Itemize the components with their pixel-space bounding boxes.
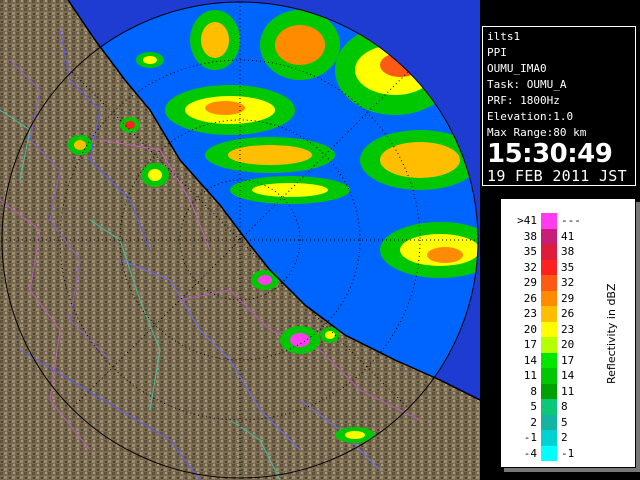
scan-date: 19 FEB 2011 JST	[487, 167, 627, 185]
info-box: ilts1 PPI OUMU_IMA0 Task: OUMU_A PRF: 18…	[482, 26, 636, 186]
legend-upper-bound: 29	[561, 291, 575, 305]
radar-ppi-view[interactable]	[0, 0, 480, 480]
site-name: OUMU_IMA0	[487, 62, 547, 75]
prf-value: PRF: 1800Hz	[487, 94, 560, 107]
legend-color-swatch	[541, 399, 557, 415]
legend-lower-bound: -4	[523, 446, 537, 460]
legend-color-swatch	[541, 228, 557, 244]
legend-lower-bound: 20	[523, 322, 537, 336]
legend-lower-bound: 14	[523, 353, 537, 367]
radar-map	[0, 0, 480, 480]
legend-lower-bound: 11	[523, 369, 537, 382]
legend-upper-bound: 20	[561, 338, 575, 351]
legend-lower-bound: 32	[523, 260, 537, 274]
legend-upper-bound: 5	[561, 415, 568, 429]
legend-upper-bound: 11	[561, 384, 575, 398]
legend-upper-bound: -1	[561, 446, 575, 460]
legend-lower-bound: 29	[523, 276, 537, 289]
legend-lower-bound: 38	[523, 229, 537, 243]
legend-color-swatch	[541, 352, 557, 368]
legend-lower-bound: 23	[523, 307, 537, 320]
legend-upper-bound: 38	[561, 245, 575, 258]
legend-unit-label: Reflectivity in dBZ	[605, 283, 618, 385]
legend-upper-bound: ---	[561, 214, 581, 227]
legend-upper-bound: 26	[561, 307, 575, 320]
legend-color-swatch	[541, 321, 557, 337]
legend-lower-bound: 35	[523, 245, 537, 258]
legend-lower-bound: 17	[523, 338, 537, 351]
legend-color-swatch	[541, 383, 557, 399]
legend-lower-bound: -1	[523, 431, 537, 444]
legend-upper-bound: 41	[561, 229, 575, 243]
legend-upper-bound: 14	[561, 369, 575, 382]
legend-color-swatch	[541, 414, 557, 430]
legend-lower-bound: 8	[530, 384, 537, 398]
legend-color-swatch	[541, 430, 557, 446]
legend-color-swatch	[541, 306, 557, 322]
legend-upper-bound: 2	[561, 431, 568, 444]
radar-name: ilts1	[487, 30, 521, 43]
scan-type: PPI	[487, 46, 507, 59]
elevation-value: Elevation:1.0	[487, 110, 574, 123]
legend-upper-bound: 23	[561, 322, 575, 336]
task-name: Task: OUMU_A	[487, 78, 567, 91]
legend-color-swatch	[541, 368, 557, 384]
legend-color-swatch	[541, 337, 557, 353]
legend-color-swatch	[541, 445, 557, 461]
legend-upper-bound: 8	[561, 400, 568, 413]
legend-color-swatch	[541, 259, 557, 275]
legend-lower-bound: 2	[530, 415, 537, 429]
legend-upper-bound: 32	[561, 276, 575, 289]
side-panel: ilts1 PPI OUMU_IMA0 Task: OUMU_A PRF: 18…	[480, 0, 640, 480]
legend-lower-bound: >41	[517, 214, 537, 227]
legend-color-swatch	[541, 244, 557, 260]
legend-lower-bound: 5	[530, 400, 537, 413]
legend-upper-bound: 35	[561, 260, 575, 274]
legend-lower-bound: 26	[523, 291, 537, 305]
scan-time: 15:30:49	[487, 139, 613, 169]
legend-upper-bound: 17	[561, 353, 575, 367]
legend-color-swatch	[541, 213, 557, 229]
legend-color-swatch	[541, 275, 557, 291]
color-legend: >41 --- 38 41 35 38 32 35 29 32 26 29 23 26 20 23 17 20 14…	[500, 198, 636, 468]
legend-color-swatch	[541, 290, 557, 306]
